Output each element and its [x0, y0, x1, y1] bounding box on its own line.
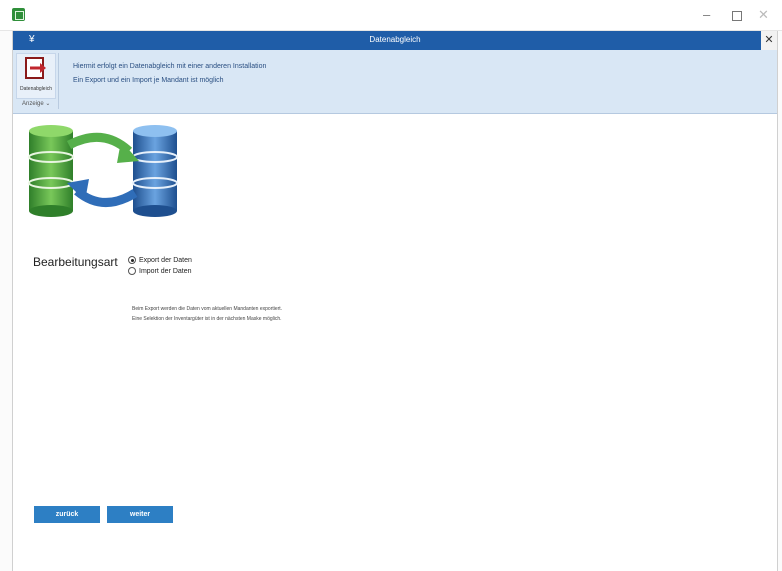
maximize-button[interactable] [732, 11, 742, 21]
blue-database-icon [132, 125, 178, 217]
dialog-header: ¥ Datenabgleich ✕ [13, 31, 777, 50]
datenabgleich-ribbon-button[interactable]: Datenabgleich [16, 53, 56, 99]
ribbon-divider [58, 53, 59, 109]
next-button[interactable]: weiter [107, 506, 173, 523]
application-window: – ✕ ¥ Datenabgleich ✕ Datenabgleich Anze… [0, 0, 782, 571]
description-line-1: Beim Export werden die Daten vom aktuell… [132, 306, 283, 312]
import-option[interactable]: Import der Daten [128, 267, 192, 275]
export-option[interactable]: Export der Daten [128, 256, 192, 264]
info-text-line-1: Hiermit erfolgt ein Datenabgleich mit ei… [73, 63, 267, 70]
window-titlebar: – ✕ [0, 0, 782, 31]
dialog-close-button[interactable]: ✕ [761, 31, 777, 50]
export-option-label: Export der Daten [139, 256, 192, 264]
close-window-button[interactable]: ✕ [758, 6, 769, 24]
ribbon-button-label: Datenabgleich [20, 86, 52, 92]
ribbon-toolbar: Datenabgleich Anzeige ⌄ Hiermit erfolgt … [13, 50, 777, 114]
minimize-button[interactable]: – [703, 6, 710, 24]
exit-icon [25, 57, 46, 79]
back-button[interactable]: zurück [34, 506, 100, 523]
processing-mode-label: Bearbeitungsart [33, 255, 118, 269]
import-option-label: Import der Daten [139, 267, 192, 275]
export-radio[interactable] [128, 256, 136, 264]
dialog-title: Datenabgleich [369, 35, 421, 44]
app-icon [12, 8, 25, 21]
dialog-frame: ¥ Datenabgleich ✕ Datenabgleich Anzeige … [12, 31, 778, 571]
info-text-line-2: Ein Export und ein Import je Mandant ist… [73, 77, 224, 84]
green-database-icon [28, 125, 74, 217]
description-line-2: Eine Selektion der Inventargüter ist in … [132, 316, 282, 322]
sync-arrows-icon [66, 132, 139, 207]
ribbon-group-label[interactable]: Anzeige ⌄ [22, 100, 50, 107]
database-sync-graphic [28, 125, 178, 217]
import-radio[interactable] [128, 267, 136, 275]
